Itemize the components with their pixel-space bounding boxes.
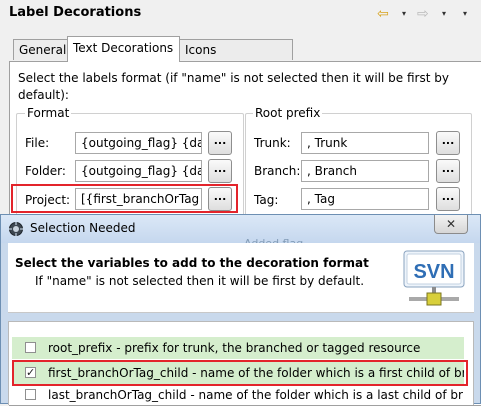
selection-dialog: Selection Needed Added flag ✕ Select the… xyxy=(0,214,481,405)
dialog-app-icon xyxy=(8,221,24,240)
tag-browse-button[interactable]: ... xyxy=(436,187,460,211)
tab-icons-decorations[interactable]: Icons Decorations xyxy=(179,39,293,77)
list-item-root-prefix[interactable]: root_prefix - prefix for trunk, the bran… xyxy=(12,337,464,359)
tag-label: Tag: xyxy=(254,193,279,207)
root-prefix-text: root_prefix - prefix for trunk, the bran… xyxy=(48,341,421,355)
dialog-header: Select the variables to add to the decor… xyxy=(8,243,474,313)
trunk-label: Trunk: xyxy=(254,136,291,150)
list-item-last-branch-or-tag-child[interactable]: last_branchOrTag_child - name of the fol… xyxy=(12,384,464,406)
dialog-title: Selection Needed xyxy=(30,221,136,235)
branch-prefix-input[interactable]: , Branch xyxy=(301,160,429,182)
folder-format-input[interactable]: {outgoing_flag} {date xyxy=(75,160,202,182)
trunk-prefix-input[interactable]: , Trunk xyxy=(301,132,429,154)
tab-text-decorations[interactable]: Text Decorations xyxy=(67,36,180,62)
format-description: Select the labels format (if "name" is n… xyxy=(18,71,449,102)
dialog-message: If "name" is not selected then it will b… xyxy=(35,274,365,288)
trunk-browse-button[interactable]: ... xyxy=(436,131,460,155)
last-branch-or-tag-child-checkbox[interactable] xyxy=(25,389,36,400)
close-button[interactable]: ✕ xyxy=(434,215,468,234)
format-group-title: Format xyxy=(25,106,72,120)
file-format-input[interactable]: {outgoing_flag} {date xyxy=(75,132,202,154)
folder-browse-button[interactable]: ... xyxy=(208,159,232,183)
tag-prefix-input[interactable]: , Tag xyxy=(301,188,429,210)
branch-browse-button[interactable]: ... xyxy=(436,159,460,183)
dialog-heading: Select the variables to add to the decor… xyxy=(15,256,369,270)
selection-highlight-box xyxy=(12,360,468,386)
svn-logo-text: SVN xyxy=(413,261,454,283)
file-browse-button[interactable]: ... xyxy=(208,131,232,155)
back-arrow-icon[interactable]: ⇦ xyxy=(377,6,389,22)
forward-menu-chevron-icon[interactable]: ▾ xyxy=(442,9,446,18)
last-branch-or-tag-child-text: last_branchOrTag_child - name of the fol… xyxy=(48,388,463,402)
root-prefix-group-title: Root prefix xyxy=(253,106,323,120)
dialog-titlebar[interactable]: Selection Needed Added flag ✕ xyxy=(1,215,480,250)
view-menu-chevron-icon[interactable]: ▾ xyxy=(463,9,467,18)
page-title: Label Decorations xyxy=(9,5,142,20)
root-prefix-checkbox[interactable] xyxy=(25,342,36,353)
variables-list: root_prefix - prefix for trunk, the bran… xyxy=(8,321,474,405)
file-label: File: xyxy=(25,136,50,150)
tab-general[interactable]: General xyxy=(13,39,68,60)
folder-label: Folder: xyxy=(25,164,66,178)
svn-logo-icon: SVN xyxy=(401,249,467,309)
back-menu-chevron-icon[interactable]: ▾ xyxy=(402,9,406,18)
branch-label: Branch: xyxy=(254,164,301,178)
forward-arrow-icon[interactable]: ⇨ xyxy=(417,6,429,22)
project-highlight-box xyxy=(11,184,238,213)
